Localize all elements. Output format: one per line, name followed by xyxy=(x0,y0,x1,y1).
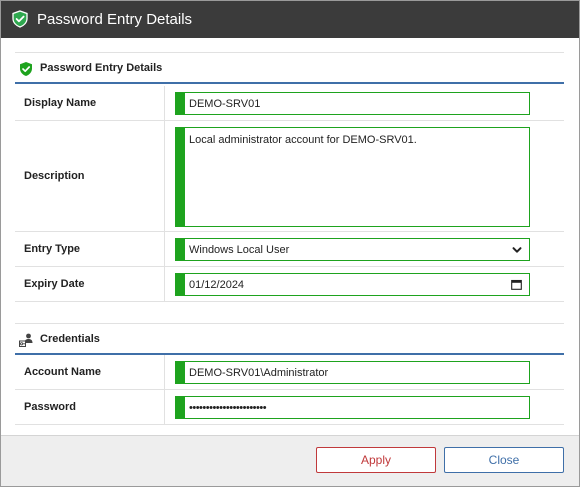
validation-bar xyxy=(176,397,185,418)
expiry-date-input[interactable]: 01/12/2024 xyxy=(175,273,530,296)
password-entry-dialog: Password Entry Details Password Entry De… xyxy=(0,0,580,487)
description-value: Local administrator account for DEMO-SRV… xyxy=(189,134,417,146)
validation-bar xyxy=(176,128,185,226)
validation-bar xyxy=(176,362,185,383)
validation-bar xyxy=(176,239,185,260)
display-name-label: Display Name xyxy=(15,86,165,120)
entry-type-select[interactable]: Windows Local User xyxy=(175,238,530,261)
password-label: Password xyxy=(15,390,165,424)
description-textarea[interactable]: Local administrator account for DEMO-SRV… xyxy=(175,127,530,227)
shield-check-icon xyxy=(20,62,32,76)
description-label: Description xyxy=(15,121,165,231)
section-header-details: Password Entry Details xyxy=(15,52,564,84)
credentials-icon xyxy=(19,333,33,347)
calendar-icon[interactable] xyxy=(511,279,522,290)
title-bar: Password Entry Details xyxy=(1,1,579,38)
account-name-row: Account Name DEMO-SRV01\Administrator xyxy=(15,355,564,390)
section-label: Credentials xyxy=(40,333,100,345)
entry-type-row: Entry Type Windows Local User xyxy=(15,232,564,267)
dialog-title: Password Entry Details xyxy=(37,11,193,28)
display-name-value: DEMO-SRV01 xyxy=(189,98,261,110)
expiry-date-label: Expiry Date xyxy=(15,267,165,301)
password-row: Password ••••••••••••••••••••••• xyxy=(15,390,564,425)
account-name-label: Account Name xyxy=(15,355,165,389)
expiry-date-value: 01/12/2024 xyxy=(189,279,245,291)
expiry-date-row: Expiry Date 01/12/2024 xyxy=(15,267,564,302)
chevron-down-icon xyxy=(512,247,522,253)
display-name-row: Display Name DEMO-SRV01 xyxy=(15,86,564,121)
description-row: Description Local administrator account … xyxy=(15,121,564,232)
section-label: Password Entry Details xyxy=(40,62,163,74)
apply-button[interactable]: Apply xyxy=(316,447,436,473)
password-value: ••••••••••••••••••••••• xyxy=(189,402,267,414)
dialog-footer: Apply Close xyxy=(1,435,579,486)
entry-type-label: Entry Type xyxy=(15,232,165,266)
display-name-field[interactable]: DEMO-SRV01 xyxy=(175,92,530,115)
password-field[interactable]: ••••••••••••••••••••••• xyxy=(175,396,530,419)
close-button[interactable]: Close xyxy=(444,447,564,473)
entry-type-value: Windows Local User xyxy=(189,244,290,256)
dialog-content: Password Entry Details Display Name DEMO… xyxy=(1,38,579,435)
account-name-value: DEMO-SRV01\Administrator xyxy=(189,367,329,379)
shield-check-icon xyxy=(12,10,28,28)
validation-bar xyxy=(176,93,185,114)
section-header-credentials: Credentials xyxy=(15,323,564,355)
account-name-field[interactable]: DEMO-SRV01\Administrator xyxy=(175,361,530,384)
validation-bar xyxy=(176,274,185,295)
